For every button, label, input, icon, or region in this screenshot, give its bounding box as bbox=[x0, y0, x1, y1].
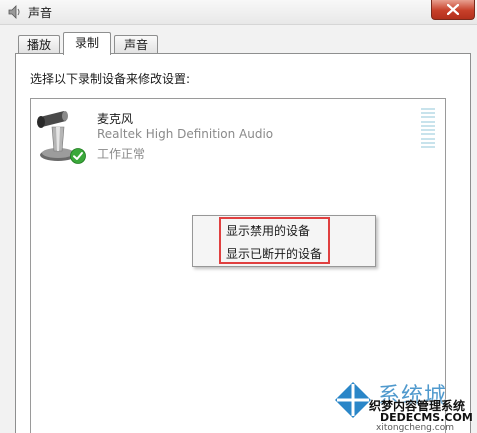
close-icon bbox=[447, 4, 459, 15]
device-status: 工作正常 bbox=[97, 147, 146, 161]
watermark-line3: xitongcheng.com bbox=[376, 423, 454, 433]
tab-sounds[interactable]: 声音 bbox=[114, 35, 158, 53]
speaker-icon bbox=[7, 4, 23, 23]
checkmark-badge-icon bbox=[70, 148, 86, 167]
close-button[interactable] bbox=[431, 0, 475, 20]
tab-playback[interactable]: 播放 bbox=[18, 35, 60, 53]
device-name: 麦克风 bbox=[97, 112, 134, 126]
title-bar: 声音 bbox=[0, 0, 477, 25]
tab-recording[interactable]: 录制 bbox=[63, 32, 111, 55]
device-description: Realtek High Definition Audio bbox=[97, 127, 274, 141]
window-title: 声音 bbox=[28, 6, 53, 20]
instruction-label: 选择以下录制设备来修改设置: bbox=[30, 72, 191, 86]
level-meter bbox=[421, 108, 435, 148]
windows-logo-icon bbox=[333, 380, 373, 423]
menu-item-show-disabled-devices[interactable]: 显示禁用的设备 bbox=[226, 222, 310, 239]
menu-item-show-disconnected-devices[interactable]: 显示已断开的设备 bbox=[226, 245, 322, 262]
